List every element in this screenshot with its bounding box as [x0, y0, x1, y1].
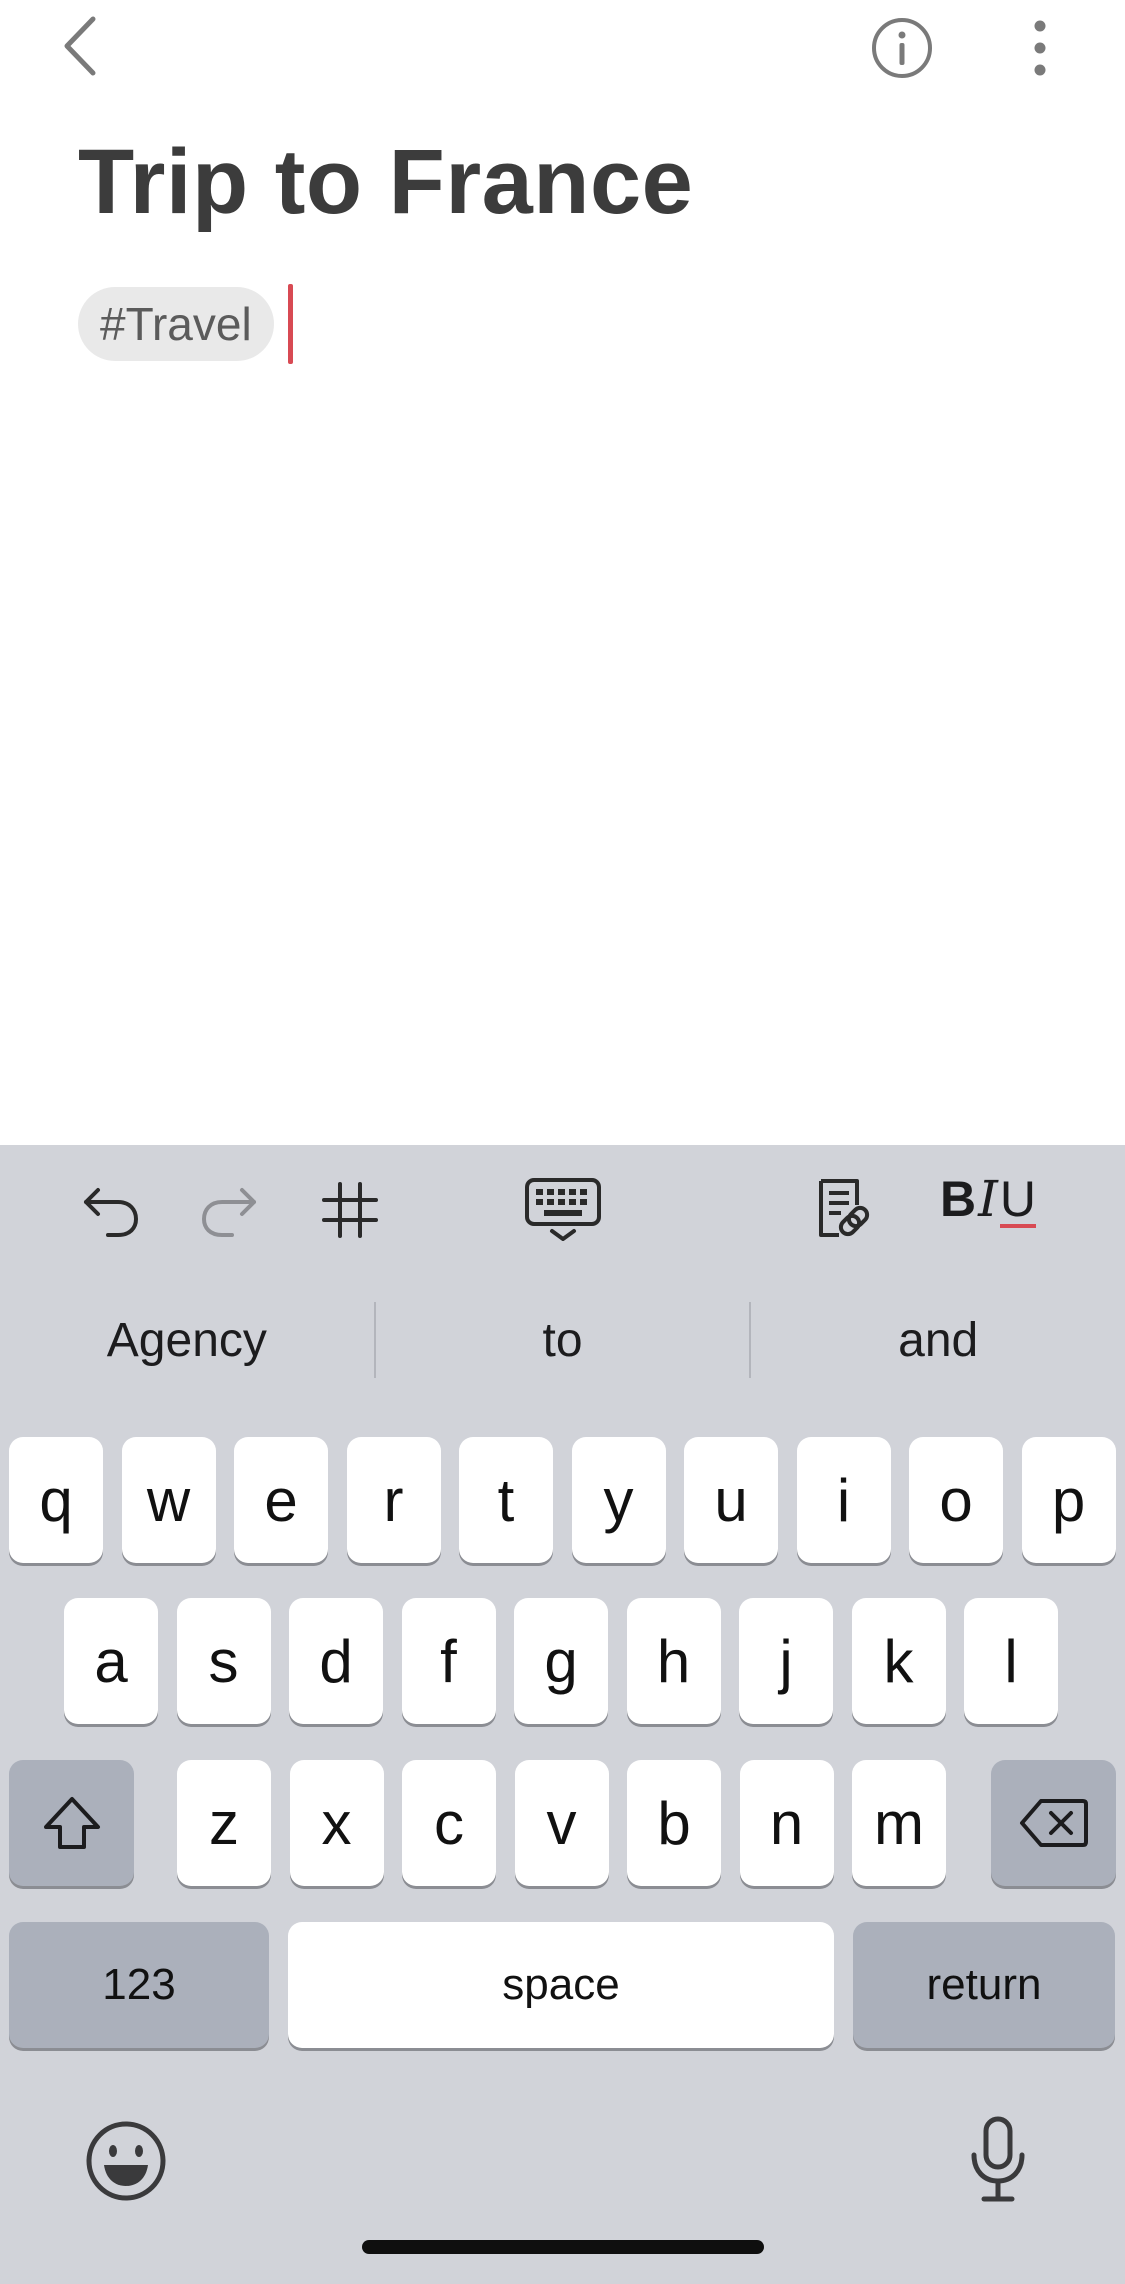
suggestion-item[interactable]: to [376, 1313, 750, 1368]
key-i[interactable]: i [796, 1437, 891, 1563]
microphone-icon [971, 2116, 1025, 2202]
key-k[interactable]: k [851, 1598, 946, 1724]
undo-button[interactable] [72, 1170, 148, 1250]
key-j[interactable]: j [739, 1598, 833, 1724]
suggestion-item[interactable]: Agency [0, 1313, 374, 1368]
tag-insert-button[interactable] [312, 1170, 388, 1250]
keyboard: B I U Agency to and qwertyuiop asdfghjkl z… [0, 1145, 1125, 2284]
key-g[interactable]: g [514, 1598, 608, 1724]
top-bar [0, 0, 1125, 100]
link-note-button[interactable] [805, 1170, 881, 1250]
more-options-button[interactable] [1000, 6, 1080, 90]
vertical-ellipsis-icon [1034, 20, 1046, 76]
return-key[interactable]: return [853, 1922, 1115, 2048]
key-d[interactable]: d [289, 1598, 383, 1724]
text-format-button[interactable]: B I U [928, 1170, 1048, 1250]
key-h[interactable]: h [626, 1598, 721, 1724]
key-q[interactable]: q [9, 1437, 103, 1563]
chevron-left-icon [64, 16, 96, 76]
note-link-icon [819, 1179, 870, 1237]
suggestion-bar: Agency to and [0, 1275, 1125, 1405]
info-circle-icon [872, 18, 932, 78]
tag-row[interactable]: #Travel [78, 284, 293, 364]
key-y[interactable]: y [571, 1437, 666, 1563]
key-b[interactable]: b [627, 1760, 721, 1886]
note-title[interactable]: Trip to France [78, 130, 693, 235]
key-w[interactable]: w [121, 1437, 216, 1563]
format-toolbar: B I U [0, 1145, 1125, 1275]
key-m[interactable]: m [852, 1760, 946, 1886]
key-f[interactable]: f [401, 1598, 496, 1724]
delete-key[interactable] [991, 1760, 1116, 1886]
key-n[interactable]: n [739, 1760, 834, 1886]
emoji-icon [86, 2121, 166, 2201]
microphone-button[interactable] [958, 2110, 1038, 2210]
keyboard-dismiss-icon [525, 1178, 601, 1241]
shift-icon [43, 1797, 100, 1849]
key-v[interactable]: v [514, 1760, 609, 1886]
underline-label: U [999, 1171, 1036, 1228]
key-a[interactable]: a [64, 1598, 158, 1724]
key-x[interactable]: x [289, 1760, 384, 1886]
shift-key[interactable] [9, 1760, 134, 1886]
italic-label: I [978, 1170, 998, 1228]
emoji-button[interactable] [80, 2115, 172, 2207]
text-cursor [287, 284, 293, 364]
key-s[interactable]: s [176, 1598, 271, 1724]
dismiss-keyboard-button[interactable] [520, 1170, 606, 1250]
key-o[interactable]: o [909, 1437, 1003, 1563]
info-button[interactable] [860, 6, 944, 90]
key-t[interactable]: t [459, 1437, 553, 1563]
key-z[interactable]: z [177, 1760, 271, 1886]
redo-icon [201, 1188, 256, 1237]
key-c[interactable]: c [402, 1760, 496, 1886]
bold-label: B [940, 1171, 977, 1227]
key-r[interactable]: r [346, 1437, 441, 1563]
undo-icon [84, 1188, 139, 1237]
key-l[interactable]: l [964, 1598, 1058, 1724]
key-e[interactable]: e [234, 1437, 328, 1563]
redo-button[interactable] [192, 1170, 268, 1250]
numbers-key[interactable]: 123 [9, 1922, 269, 2048]
suggestion-item[interactable]: and [751, 1313, 1125, 1368]
back-button[interactable] [40, 6, 120, 86]
tag-chip[interactable]: #Travel [78, 287, 274, 361]
backspace-icon [1019, 1799, 1088, 1847]
space-key[interactable]: space [288, 1922, 834, 2048]
hashtag-icon [322, 1182, 378, 1238]
key-p[interactable]: p [1021, 1437, 1116, 1563]
home-indicator[interactable] [362, 2240, 764, 2254]
key-u[interactable]: u [684, 1437, 778, 1563]
